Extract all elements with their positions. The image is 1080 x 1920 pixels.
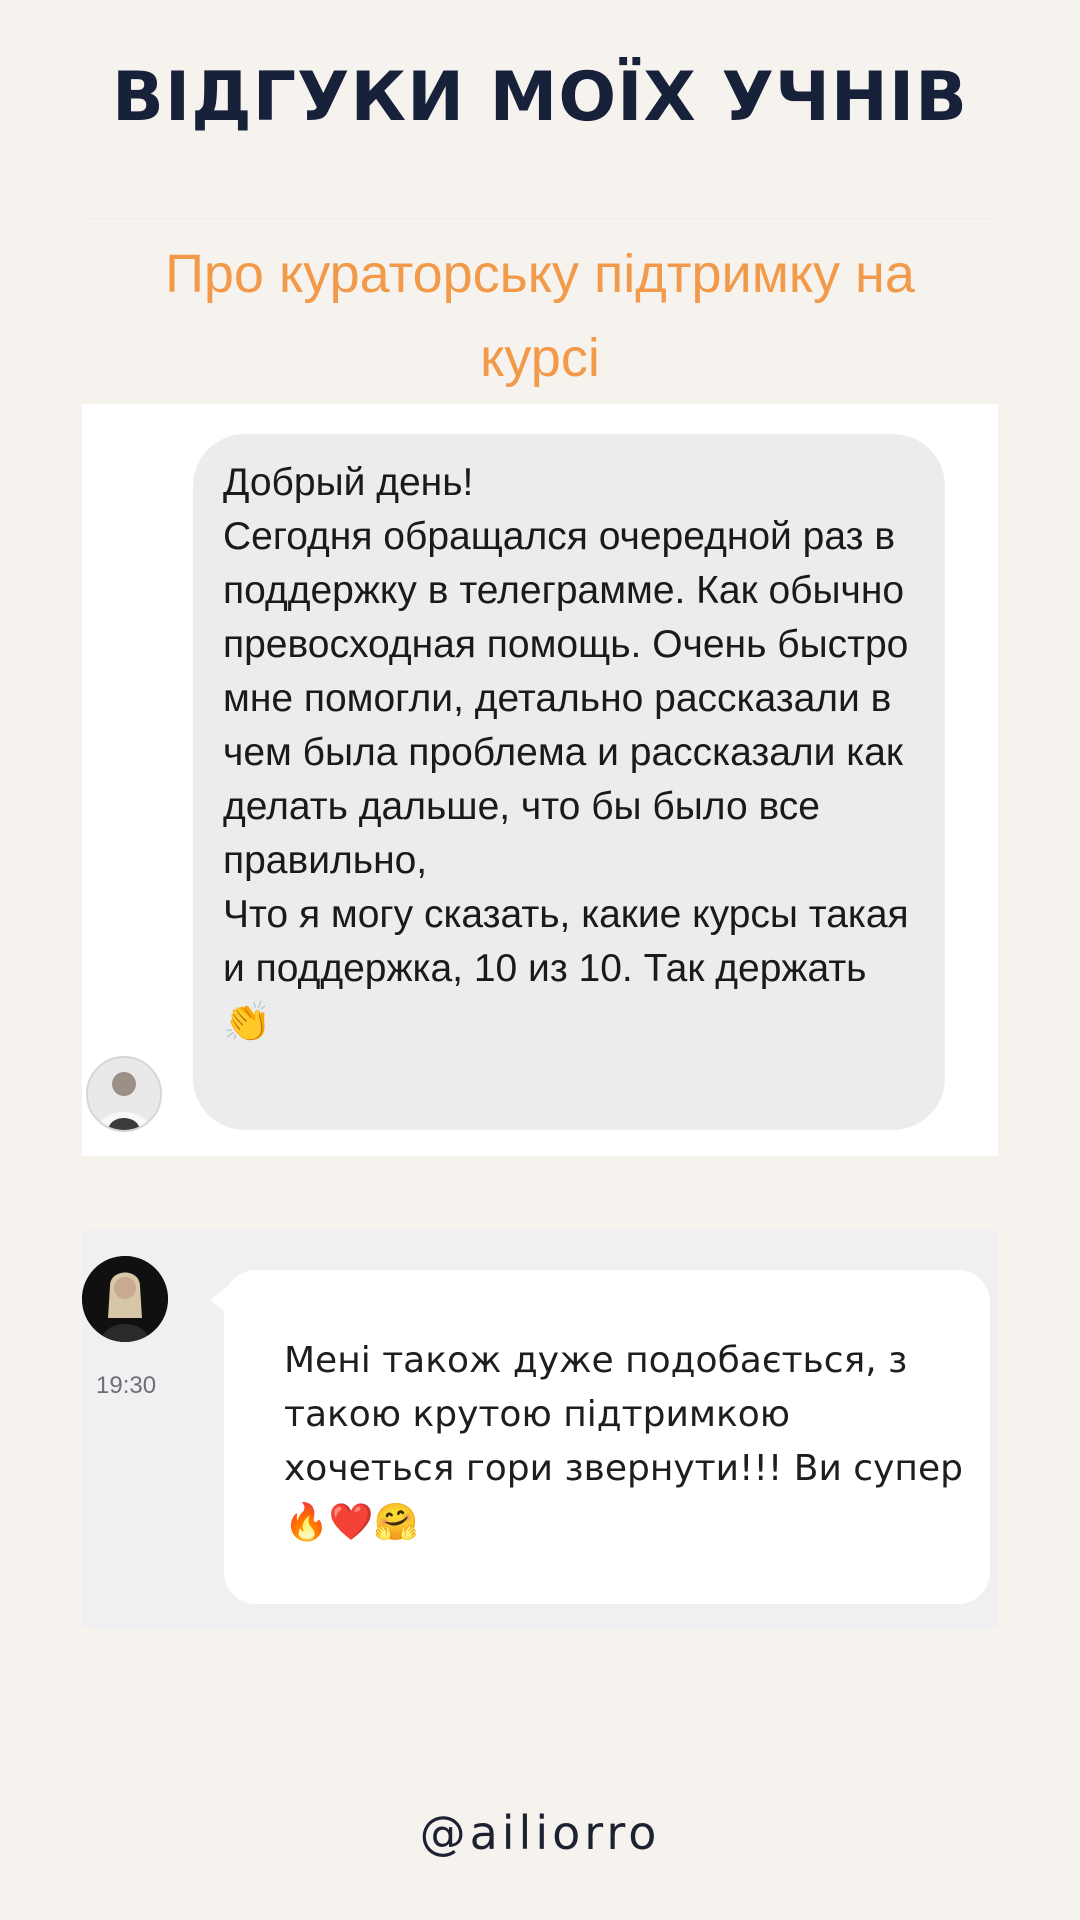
review-heading: Про кураторську підтримку на курсі — [165, 243, 915, 388]
review-heading-container: Про кураторську підтримку на курсі — [82, 218, 998, 404]
message-bubble-2: Мені також дуже подобається, з такою кру… — [224, 1270, 990, 1604]
avatar-2[interactable] — [82, 1256, 168, 1342]
avatar-1[interactable] — [86, 1056, 162, 1132]
author-handle: @ailiorro — [419, 1806, 661, 1860]
user-avatar-icon — [82, 1256, 168, 1342]
message-text-1: Добрый день! Сегодня обращался очередной… — [223, 461, 909, 1044]
message-time: 19:30 — [96, 1372, 157, 1399]
message-bubble-1: Добрый день! Сегодня обращался очередной… — [193, 434, 945, 1130]
user-avatar-icon — [88, 1058, 160, 1130]
message-text-2: Мені також дуже подобається, з такою кру… — [284, 1340, 963, 1543]
page-title: ВІДГУКИ МОЇХ УЧНІВ — [112, 58, 968, 137]
